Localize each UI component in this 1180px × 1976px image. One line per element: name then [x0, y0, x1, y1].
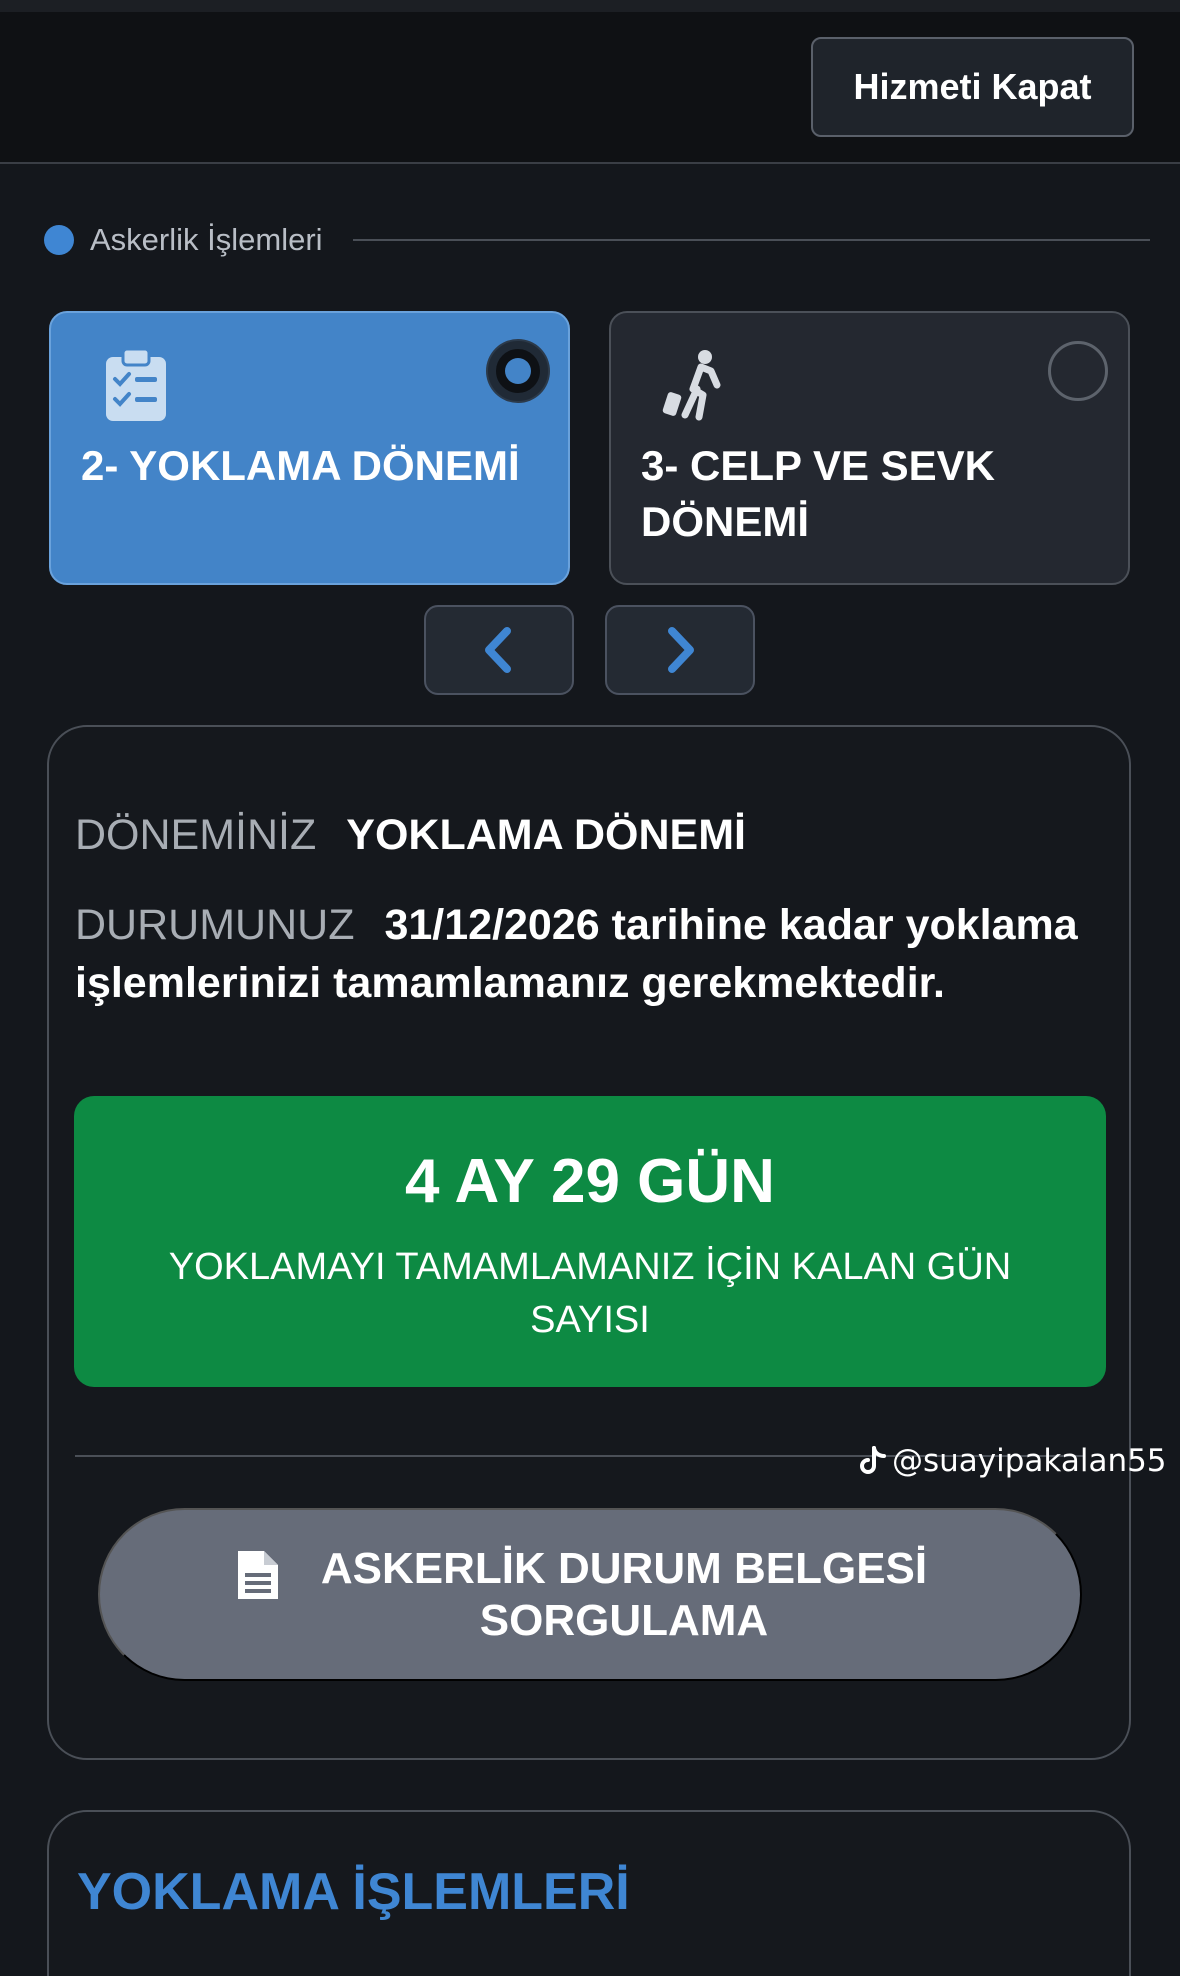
countdown-box: 4 AY 29 GÜN YOKLAMAYI TAMAMLAMANIZ İÇİN …: [74, 1096, 1106, 1387]
previous-button[interactable]: [424, 605, 574, 695]
document-icon: [238, 1550, 278, 1599]
close-service-button[interactable]: Hizmeti Kapat: [811, 37, 1134, 137]
document-query-button[interactable]: ASKERLİK DURUM BELGESİ SORGULAMA: [98, 1508, 1082, 1681]
period-radio-selected[interactable]: [488, 341, 548, 401]
clipboard-checklist-icon: [106, 347, 166, 421]
document-query-label: ASKERLİK DURUM BELGESİ SORGULAMA: [320, 1543, 928, 1645]
chevron-left-icon: [485, 627, 511, 673]
watermark-handle: @suayipakalan55: [892, 1443, 1167, 1479]
operations-panel: YOKLAMA İŞLEMLERİ: [47, 1810, 1131, 1976]
traveler-luggage-icon: [662, 350, 721, 421]
period-card-yoklama[interactable]: 2- YOKLAMA DÖNEMİ: [49, 311, 570, 585]
next-button[interactable]: [605, 605, 755, 695]
section-title: Askerlik İşlemleri: [90, 222, 323, 257]
period-key: DÖNEMİNİZ: [75, 811, 317, 859]
period-row: DÖNEMİNİZ YOKLAMA DÖNEMİ: [75, 806, 1085, 864]
chevron-right-icon: [668, 627, 694, 673]
countdown-caption: YOKLAMAYI TAMAMLAMANIZ İÇİN KALAN GÜN SA…: [168, 1246, 1012, 1341]
state-key: DURUMUNUZ: [75, 901, 355, 949]
section-divider: [352, 239, 1150, 241]
period-card-celp-sevk[interactable]: 3- CELP VE SEVK DÖNEMİ: [609, 311, 1130, 585]
period-card-label: 3- CELP VE SEVK DÖNEMİ: [641, 442, 996, 545]
watermark: @suayipakalan55: [860, 1441, 1167, 1481]
period-radio-unselected[interactable]: [1048, 341, 1108, 401]
section-header: Askerlik İşlemleri: [44, 212, 1150, 268]
status-strip: [0, 0, 1180, 12]
period-value: YOKLAMA DÖNEMİ: [346, 811, 747, 859]
state-row: DURUMUNUZ 31/12/2026 tarihine kadar yokla…: [75, 896, 1085, 1012]
countdown-value: 4 AY 29 GÜN: [405, 1147, 775, 1216]
top-bar: Hizmeti Kapat: [0, 0, 1180, 164]
section-dot-icon: [44, 225, 74, 255]
operations-title: YOKLAMA İŞLEMLERİ: [77, 1863, 630, 1921]
period-card-label: 2- YOKLAMA DÖNEMİ: [81, 442, 520, 489]
tiktok-icon: [860, 1446, 886, 1474]
